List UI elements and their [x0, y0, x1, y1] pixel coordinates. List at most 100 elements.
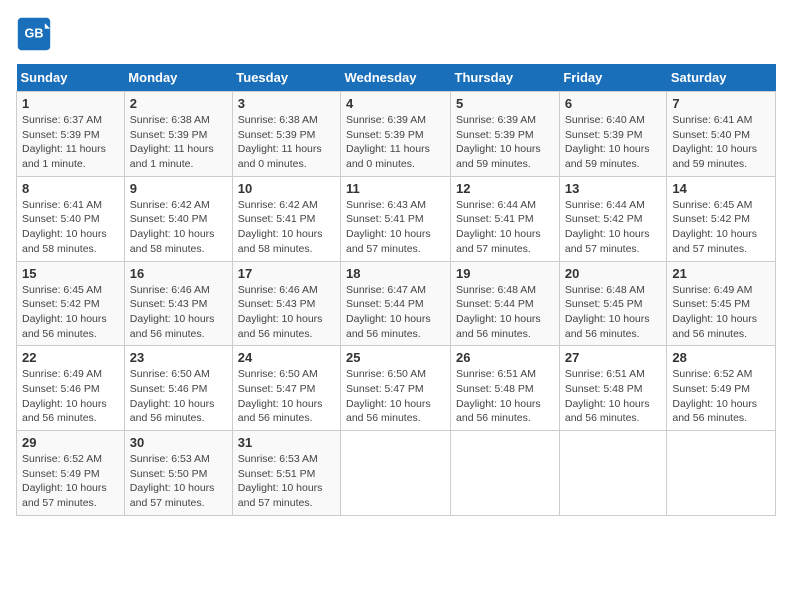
day-number: 17 — [238, 266, 335, 281]
day-number: 12 — [456, 181, 554, 196]
day-number: 26 — [456, 350, 554, 365]
calendar-cell: 4 Sunrise: 6:39 AM Sunset: 5:39 PM Daylig… — [341, 92, 451, 177]
week-row-1: 1 Sunrise: 6:37 AM Sunset: 5:39 PM Daylig… — [17, 92, 776, 177]
day-info: Sunrise: 6:42 AM Sunset: 5:41 PM Dayligh… — [238, 198, 335, 257]
day-info: Sunrise: 6:45 AM Sunset: 5:42 PM Dayligh… — [672, 198, 770, 257]
calendar-cell — [559, 431, 667, 516]
calendar-cell: 6Sunrise: 6:40 AM Sunset: 5:39 PM Daylig… — [559, 92, 667, 177]
calendar-cell: 15 Sunrise: 6:45 AM Sunset: 5:42 PM Dayli… — [17, 261, 125, 346]
day-number: 8 — [22, 181, 119, 196]
day-info: Sunrise: 6:52 AM Sunset: 5:49 PM Dayligh… — [672, 367, 770, 426]
day-info: Sunrise: 6:37 AM Sunset: 5:39 PM Dayligh… — [22, 113, 119, 172]
week-row-3: 15 Sunrise: 6:45 AM Sunset: 5:42 PM Dayli… — [17, 261, 776, 346]
day-info: Sunrise: 6:45 AM Sunset: 5:42 PM Dayligh… — [22, 283, 119, 342]
day-info: Sunrise: 6:47 AM Sunset: 5:44 PM Dayligh… — [346, 283, 445, 342]
day-info: Sunrise: 6:39 AM Sunset: 5:39 PM Dayligh… — [346, 113, 445, 172]
day-info: Sunrise: 6:49 AM Sunset: 5:45 PM Dayligh… — [672, 283, 770, 342]
calendar-cell: 18 Sunrise: 6:47 AM Sunset: 5:44 PM Dayli… — [341, 261, 451, 346]
calendar-cell: 8 Sunrise: 6:41 AM Sunset: 5:40 PM Daylig… — [17, 176, 125, 261]
calendar-cell: 12 Sunrise: 6:44 AM Sunset: 5:41 PM Dayli… — [451, 176, 560, 261]
calendar-cell: 19 Sunrise: 6:48 AM Sunset: 5:44 PM Dayli… — [451, 261, 560, 346]
day-info: Sunrise: 6:44 AM Sunset: 5:41 PM Dayligh… — [456, 198, 554, 257]
calendar-cell: 21 Sunrise: 6:49 AM Sunset: 5:45 PM Dayli… — [667, 261, 776, 346]
week-row-4: 22 Sunrise: 6:49 AM Sunset: 5:46 PM Dayli… — [17, 346, 776, 431]
calendar-cell: 20Sunrise: 6:48 AM Sunset: 5:45 PM Dayli… — [559, 261, 667, 346]
day-info: Sunrise: 6:48 AM Sunset: 5:44 PM Dayligh… — [456, 283, 554, 342]
day-info: Sunrise: 6:42 AM Sunset: 5:40 PM Dayligh… — [130, 198, 227, 257]
calendar-cell: 24 Sunrise: 6:50 AM Sunset: 5:47 PM Dayli… — [232, 346, 340, 431]
calendar-cell: 30 Sunrise: 6:53 AM Sunset: 5:50 PM Dayli… — [124, 431, 232, 516]
calendar-cell — [667, 431, 776, 516]
calendar-cell: 26 Sunrise: 6:51 AM Sunset: 5:48 PM Dayli… — [451, 346, 560, 431]
day-info: Sunrise: 6:43 AM Sunset: 5:41 PM Dayligh… — [346, 198, 445, 257]
day-info: Sunrise: 6:50 AM Sunset: 5:47 PM Dayligh… — [346, 367, 445, 426]
calendar-cell: 25Sunrise: 6:50 AM Sunset: 5:47 PM Dayli… — [341, 346, 451, 431]
calendar-cell: 28 Sunrise: 6:52 AM Sunset: 5:49 PM Dayli… — [667, 346, 776, 431]
day-number: 5 — [456, 96, 554, 111]
day-number: 22 — [22, 350, 119, 365]
week-row-2: 8 Sunrise: 6:41 AM Sunset: 5:40 PM Daylig… — [17, 176, 776, 261]
day-number: 23 — [130, 350, 227, 365]
day-number: 16 — [130, 266, 227, 281]
day-info: Sunrise: 6:44 AM Sunset: 5:42 PM Dayligh… — [565, 198, 662, 257]
day-number: 21 — [672, 266, 770, 281]
week-row-5: 29 Sunrise: 6:52 AM Sunset: 5:49 PM Dayli… — [17, 431, 776, 516]
day-info: Sunrise: 6:52 AM Sunset: 5:49 PM Dayligh… — [22, 452, 119, 511]
day-info: Sunrise: 6:50 AM Sunset: 5:47 PM Dayligh… — [238, 367, 335, 426]
day-info: Sunrise: 6:38 AM Sunset: 5:39 PM Dayligh… — [130, 113, 227, 172]
day-number: 19 — [456, 266, 554, 281]
header-saturday: Saturday — [667, 64, 776, 92]
day-info: Sunrise: 6:41 AM Sunset: 5:40 PM Dayligh… — [22, 198, 119, 257]
calendar-cell: 7Sunrise: 6:41 AM Sunset: 5:40 PM Daylig… — [667, 92, 776, 177]
calendar-cell: 2 Sunrise: 6:38 AM Sunset: 5:39 PM Daylig… — [124, 92, 232, 177]
day-number: 13 — [565, 181, 662, 196]
day-number: 24 — [238, 350, 335, 365]
day-number: 31 — [238, 435, 335, 450]
calendar-cell: 10 Sunrise: 6:42 AM Sunset: 5:41 PM Dayli… — [232, 176, 340, 261]
day-info: Sunrise: 6:46 AM Sunset: 5:43 PM Dayligh… — [130, 283, 227, 342]
calendar-header-row: SundayMondayTuesdayWednesdayThursdayFrid… — [17, 64, 776, 92]
header-sunday: Sunday — [17, 64, 125, 92]
calendar-cell: 11 Sunrise: 6:43 AM Sunset: 5:41 PM Dayli… — [341, 176, 451, 261]
day-number: 3 — [238, 96, 335, 111]
day-number: 1 — [22, 96, 119, 111]
calendar-cell: 23 Sunrise: 6:50 AM Sunset: 5:46 PM Dayli… — [124, 346, 232, 431]
day-info: Sunrise: 6:38 AM Sunset: 5:39 PM Dayligh… — [238, 113, 335, 172]
day-number: 2 — [130, 96, 227, 111]
day-info: Sunrise: 6:53 AM Sunset: 5:50 PM Dayligh… — [130, 452, 227, 511]
header-thursday: Thursday — [451, 64, 560, 92]
day-number: 29 — [22, 435, 119, 450]
day-number: 14 — [672, 181, 770, 196]
calendar-cell: 1 Sunrise: 6:37 AM Sunset: 5:39 PM Daylig… — [17, 92, 125, 177]
calendar-cell: 27Sunrise: 6:51 AM Sunset: 5:48 PM Dayli… — [559, 346, 667, 431]
calendar-cell: 14 Sunrise: 6:45 AM Sunset: 5:42 PM Dayli… — [667, 176, 776, 261]
calendar-cell — [451, 431, 560, 516]
day-number: 28 — [672, 350, 770, 365]
day-info: Sunrise: 6:48 AM Sunset: 5:45 PM Dayligh… — [565, 283, 662, 342]
calendar-cell: 31 Sunrise: 6:53 AM Sunset: 5:51 PM Dayli… — [232, 431, 340, 516]
calendar-cell — [341, 431, 451, 516]
header-wednesday: Wednesday — [341, 64, 451, 92]
day-info: Sunrise: 6:46 AM Sunset: 5:43 PM Dayligh… — [238, 283, 335, 342]
calendar-cell: 22 Sunrise: 6:49 AM Sunset: 5:46 PM Dayli… — [17, 346, 125, 431]
day-info: Sunrise: 6:39 AM Sunset: 5:39 PM Dayligh… — [456, 113, 554, 172]
day-number: 4 — [346, 96, 445, 111]
day-number: 15 — [22, 266, 119, 281]
day-info: Sunrise: 6:53 AM Sunset: 5:51 PM Dayligh… — [238, 452, 335, 511]
day-info: Sunrise: 6:51 AM Sunset: 5:48 PM Dayligh… — [456, 367, 554, 426]
day-info: Sunrise: 6:50 AM Sunset: 5:46 PM Dayligh… — [130, 367, 227, 426]
calendar-cell: 13 Sunrise: 6:44 AM Sunset: 5:42 PM Dayli… — [559, 176, 667, 261]
calendar-cell: 5 Sunrise: 6:39 AM Sunset: 5:39 PM Daylig… — [451, 92, 560, 177]
header-tuesday: Tuesday — [232, 64, 340, 92]
day-number: 10 — [238, 181, 335, 196]
logo-icon: GB — [16, 16, 52, 52]
day-info: Sunrise: 6:49 AM Sunset: 5:46 PM Dayligh… — [22, 367, 119, 426]
day-number: 30 — [130, 435, 227, 450]
day-number: 6 — [565, 96, 662, 111]
day-number: 18 — [346, 266, 445, 281]
day-number: 11 — [346, 181, 445, 196]
calendar-cell: 29 Sunrise: 6:52 AM Sunset: 5:49 PM Dayli… — [17, 431, 125, 516]
day-info: Sunrise: 6:41 AM Sunset: 5:40 PM Dayligh… — [672, 113, 770, 172]
header-friday: Friday — [559, 64, 667, 92]
calendar-table: SundayMondayTuesdayWednesdayThursdayFrid… — [16, 64, 776, 516]
